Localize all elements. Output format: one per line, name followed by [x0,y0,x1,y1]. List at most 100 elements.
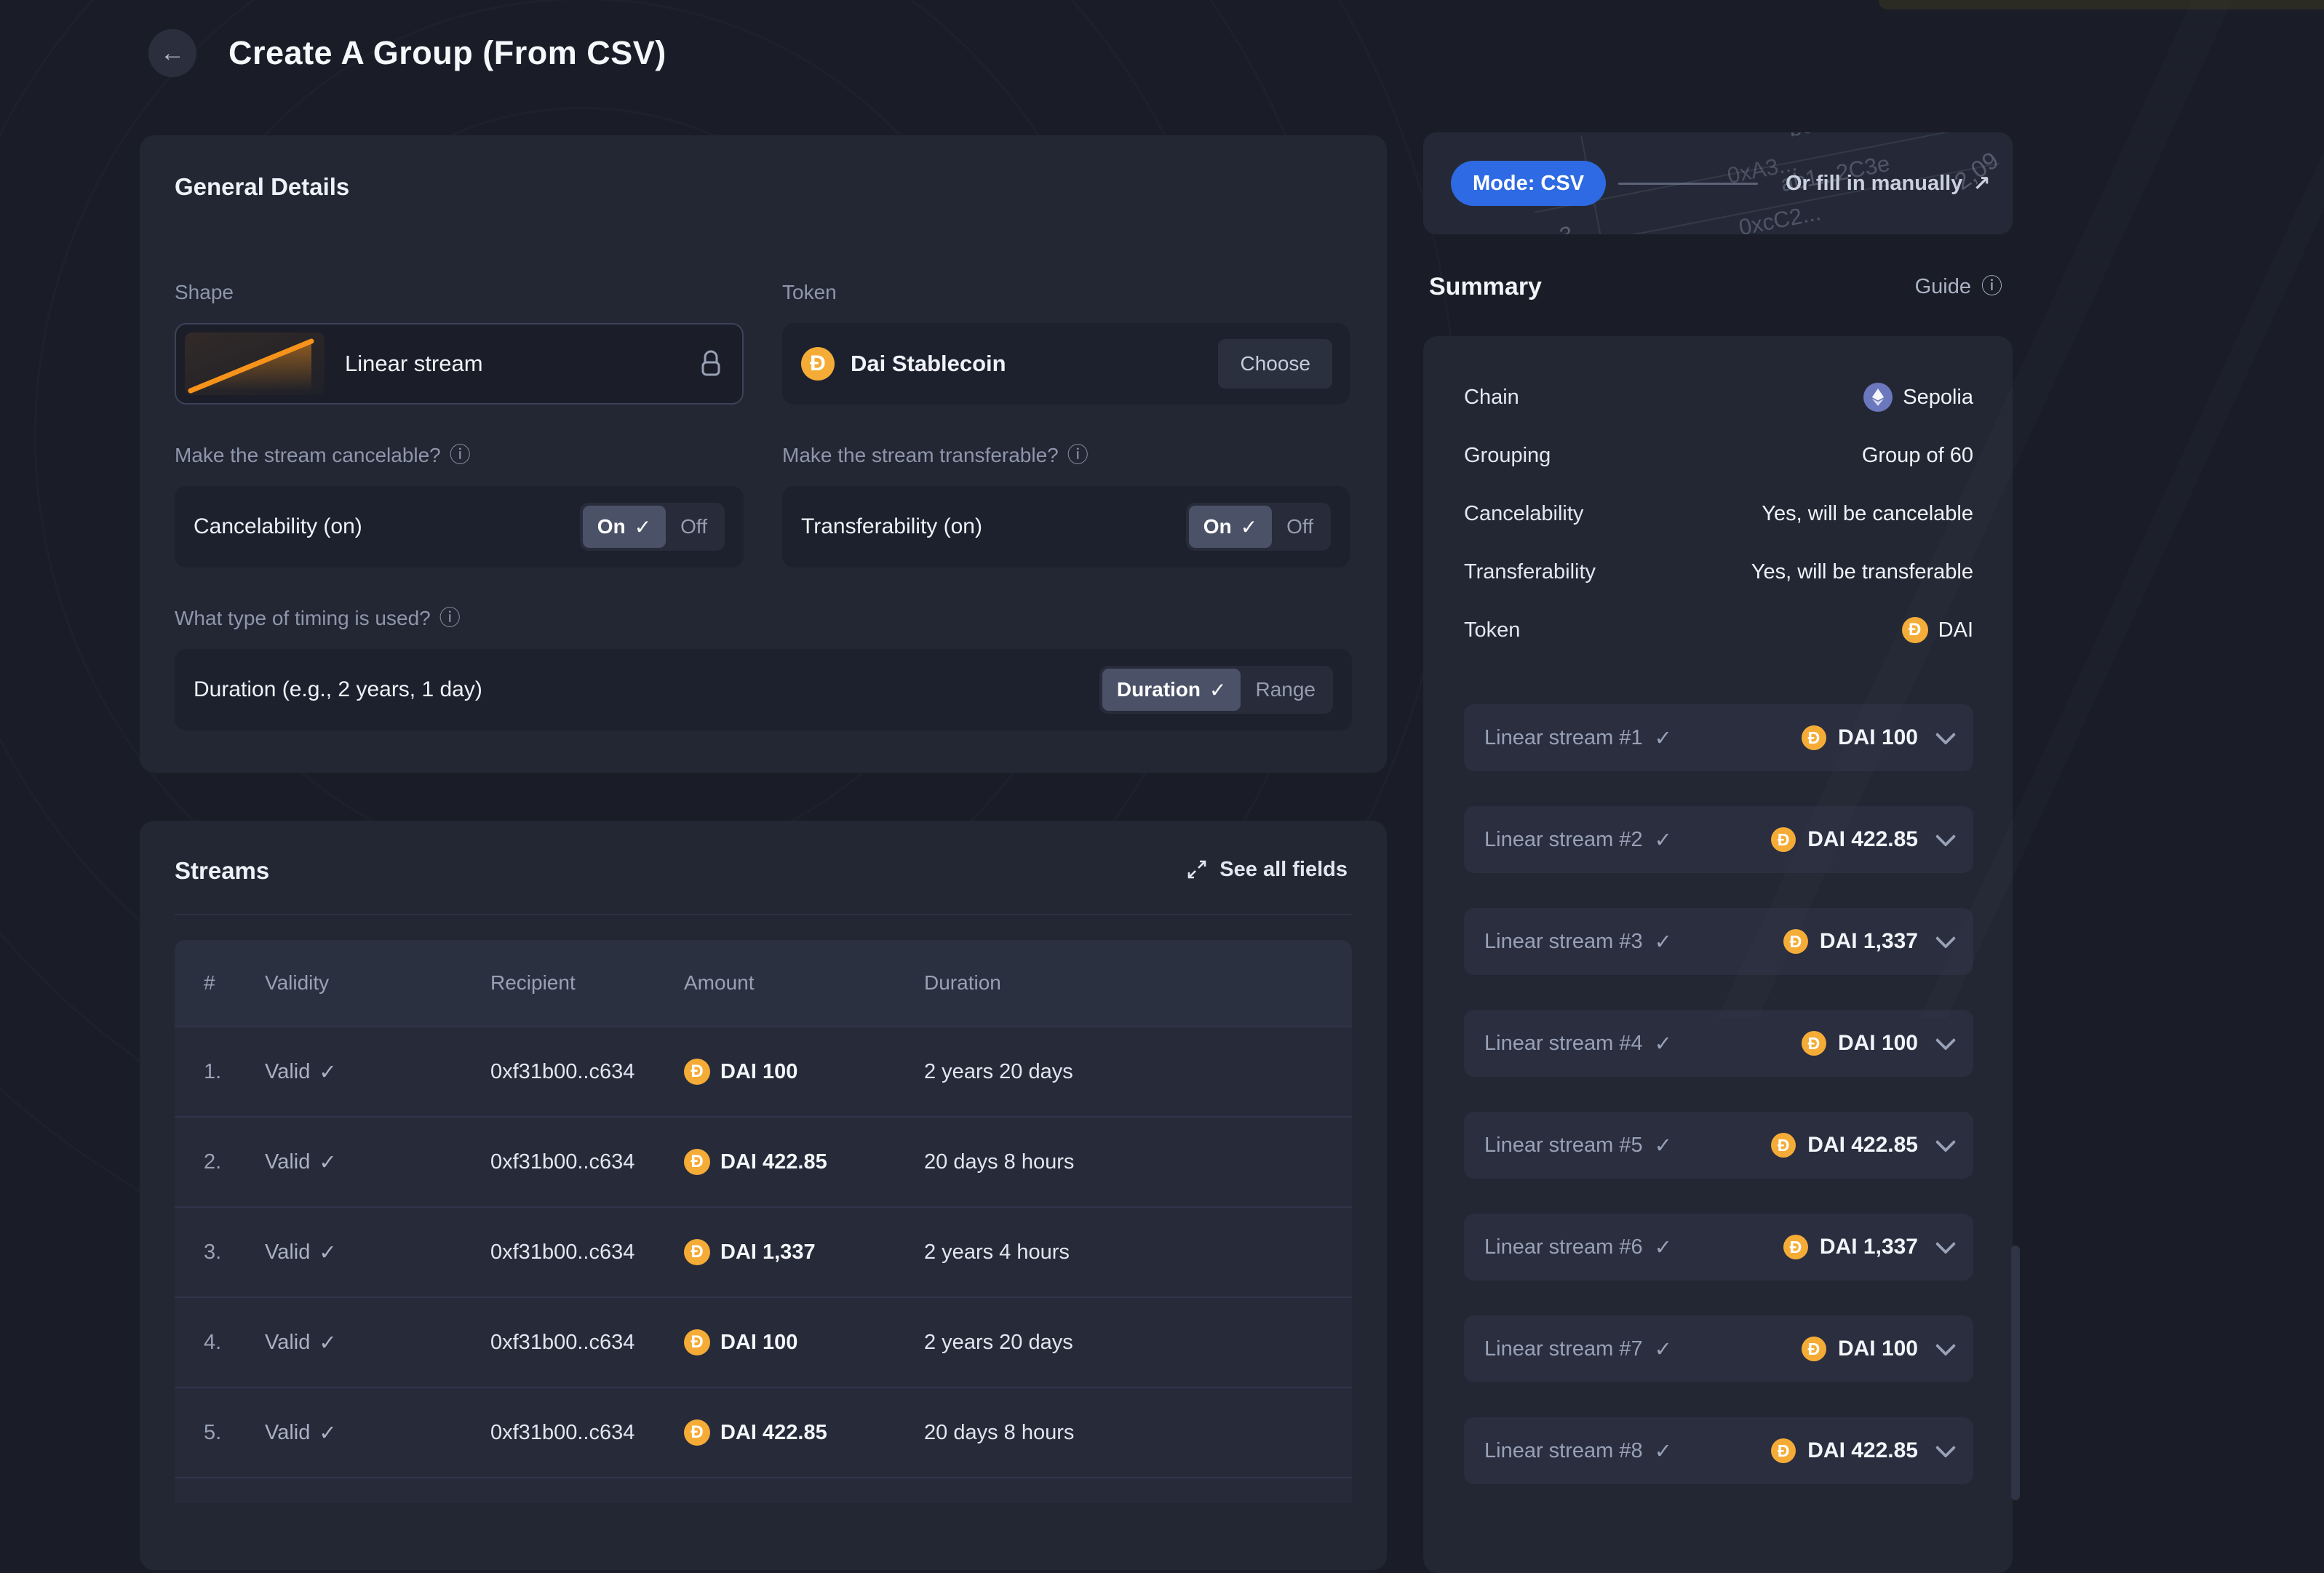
duration-button[interactable]: Duration ✓ [1102,669,1241,711]
row-index: 3. [204,1240,222,1264]
guide-link[interactable]: Guide ⓘ [1911,274,2007,300]
validity-text: Valid [265,1330,311,1354]
token-label: Token [1464,618,1521,642]
check-icon: ✓ [319,1241,337,1265]
check-icon: ✓ [319,1150,337,1174]
stream-item-amount: DAI 1,337 [1819,1235,1918,1259]
sepolia-chain-icon [1863,383,1893,412]
amount-text: DAI 422.85 [720,1150,827,1174]
col-duration: Duration [924,971,1001,994]
stream-item-label: Linear stream #8 [1484,1438,1643,1462]
timing-toggle: Duration ✓ Range [1099,666,1333,714]
duration-text: 2 years 4 hours [924,1240,1070,1264]
dai-token-icon: Đ [1771,1133,1796,1158]
table-row: 3. Valid ✓ 0xf31b00..c634 Đ DAI 1,337 2 ye… [175,1206,1352,1297]
validity-text: Valid [265,1059,311,1083]
duration-text: 20 days 8 hours [924,1150,1075,1174]
duration-label: Duration [1116,678,1201,701]
check-icon: ✓ [1654,828,1672,852]
stream-item-amount: DAI 422.85 [1807,827,1918,851]
chain-label: Chain [1464,385,1519,409]
table-row: 5. Valid ✓ 0xf31b00..c634 Đ DAI 422.85 20 … [175,1387,1352,1477]
mode-csv-pill[interactable]: Mode: CSV [1451,161,1607,206]
choose-token-button[interactable]: Choose [1218,339,1332,389]
dai-token-icon: Đ [1801,725,1826,750]
cancelability-toggle: On ✓ Off [579,503,725,551]
general-details-panel: General Details Shape Token Linear strea… [140,135,1387,773]
see-all-fields-label: See all fields [1219,857,1348,881]
stream-item-5[interactable]: Linear stream #5 ✓ Đ DAI 422.85 [1464,1112,1973,1179]
stream-item-2[interactable]: Linear stream #2 ✓ Đ DAI 422.85 [1464,806,1973,873]
stream-item-amount: DAI 422.85 [1807,1133,1918,1157]
info-icon[interactable]: ⓘ [1067,445,1089,466]
stream-item-8[interactable]: Linear stream #8 ✓ Đ DAI 422.85 [1464,1417,1973,1484]
connector-line [1618,183,1758,185]
on-label: On [1203,515,1232,538]
col-index: # [204,971,215,994]
fill-manually-link[interactable]: Or fill in manually ↗ [1781,170,1995,197]
dai-token-icon: Đ [684,1419,710,1446]
grouping-value: Group of 60 [1861,443,1973,467]
expand-icon [1187,860,1206,879]
stream-item-4[interactable]: Linear stream #4 ✓ Đ DAI 100 [1464,1010,1973,1077]
recipient-address: 0xf31b00..c634 [490,1059,635,1083]
chain-value: Sepolia [1903,385,1973,409]
shape-select[interactable]: Linear stream [175,323,744,405]
duration-text: 2 years 20 days [924,1330,1073,1354]
transferable-question-text: Make the stream transferable? [782,444,1059,466]
streams-heading: Streams [175,857,270,884]
dai-token-icon: Đ [1783,1235,1808,1259]
arrow-up-right-icon: ↗ [1973,172,1991,196]
check-icon: ✓ [319,1421,337,1445]
range-button[interactable]: Range [1241,669,1330,711]
transferability-on-button[interactable]: On ✓ [1188,506,1273,548]
cancelability-card: Cancelability (on) On ✓ Off [175,486,744,568]
recipient-address: 0xf31b00..c634 [490,1150,635,1174]
cancelability-label: Cancelability (on) [194,514,362,538]
scrollbar-thumb[interactable] [2011,1246,2020,1500]
stream-item-7[interactable]: Linear stream #7 ✓ Đ DAI 100 [1464,1315,1973,1382]
row-index: 2. [204,1150,222,1174]
row-index: 5. [204,1420,222,1444]
dai-token-icon: Đ [1801,1031,1826,1056]
streams-table: # Validity Recipient Amount Duration 1. … [175,940,1352,1503]
info-icon[interactable]: ⓘ [439,608,461,629]
chevron-down-icon [1935,1131,1957,1152]
cancelable-question-text: Make the stream cancelable? [175,444,441,466]
row-index: 1. [204,1059,222,1083]
divider [175,914,1352,915]
window-chrome-strip [1879,0,2324,9]
mode-card: 2 3 bcd...78be 100 0xA3... ab1...2C3e 0x… [1423,132,2013,234]
see-all-fields-button[interactable]: See all fields [1182,857,1352,883]
cancelability-label: Cancelability [1464,501,1584,525]
page-header: ← Create A Group (From CSV) [148,29,666,77]
summary-row-chain: Chain Sepolia [1464,368,1973,426]
validity-text: Valid [265,1240,311,1264]
timing-label: Duration (e.g., 2 years, 1 day) [194,677,482,701]
table-row: 1. Valid ✓ 0xf31b00..c634 Đ DAI 100 2 year… [175,1026,1352,1116]
check-icon: ✓ [1654,1032,1672,1056]
token-value: DAI [1938,618,1973,642]
recipient-address: 0xf31b00..c634 [490,1240,635,1264]
stream-item-3[interactable]: Linear stream #3 ✓ Đ DAI 1,337 [1464,908,1973,975]
back-button[interactable]: ← [148,29,196,77]
stream-item-label: Linear stream #2 [1484,827,1643,851]
dai-token-icon: Đ [1771,827,1796,852]
info-icon: ⓘ [1981,275,2002,298]
token-select[interactable]: Đ Dai Stablecoin Choose [782,323,1350,405]
table-row: 2. Valid ✓ 0xf31b00..c634 Đ DAI 422.85 20 … [175,1116,1352,1206]
transferability-label: Transferability (on) [801,514,982,538]
recipient-address: 0xf31b00..c634 [490,1420,635,1444]
cancelability-off-button[interactable]: Off [666,506,722,548]
dai-token-icon: Đ [684,1329,710,1355]
on-label: On [597,515,626,538]
recipient-address: 0xf31b00..c634 [490,1330,635,1354]
duration-text: 20 days 8 hours [924,1420,1075,1444]
cancelability-on-button[interactable]: On ✓ [582,506,666,548]
chevron-down-icon [1935,1233,1957,1254]
transferability-off-button[interactable]: Off [1272,506,1328,548]
col-recipient: Recipient [490,971,576,994]
stream-item-6[interactable]: Linear stream #6 ✓ Đ DAI 1,337 [1464,1214,1973,1281]
info-icon[interactable]: ⓘ [450,445,471,466]
stream-item-1[interactable]: Linear stream #1 ✓ Đ DAI 100 [1464,704,1973,771]
